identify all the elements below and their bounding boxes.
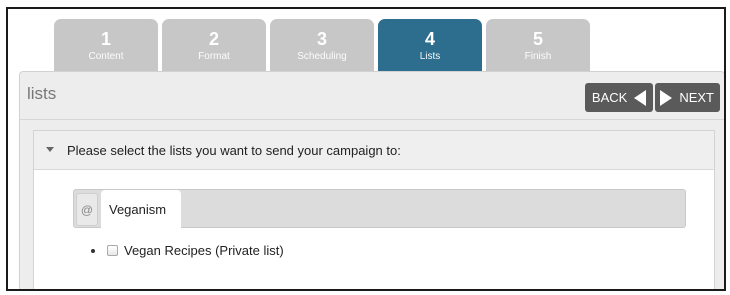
step-number: 4 [424,29,435,49]
step-number: 5 [532,29,543,49]
at-icon: @ [80,202,94,217]
back-button[interactable]: BACK [584,83,654,112]
wizard-step-scheduling[interactable]: 3 Scheduling [270,19,374,78]
back-label: BACK [591,90,628,105]
step-label: Finish [524,51,552,62]
page-title: lists [27,84,57,103]
tab-veganism[interactable]: Veganism [101,190,181,228]
section-header[interactable]: Please select the lists you want to send… [34,131,714,170]
wizard-step-content[interactable]: 1 Content [54,19,158,78]
step-number: 3 [316,29,327,49]
step-number: 1 [100,29,111,49]
caret-down-icon [46,147,54,152]
lists-panel: lists BACK NEXT Please select the lists … [19,71,724,289]
list-checkbox[interactable] [107,245,118,256]
wizard-step-lists[interactable]: 4 Lists [378,19,482,78]
campaign-wizard-frame: 1 Content 2 Format 3 Scheduling 4 Lists … [6,7,726,291]
section-header-text: Please select the lists you want to send… [67,142,401,158]
step-label: Scheduling [297,51,347,62]
step-label: Lists [419,51,441,62]
next-label: NEXT [679,90,714,105]
arrow-left-icon [634,89,647,106]
divider [20,119,724,120]
list-selection-section: Please select the lists you want to send… [33,130,715,289]
list-item-label: Vegan Recipes (Private list) [124,243,284,258]
step-label: Content [88,51,124,62]
tab-label: Veganism [109,201,167,217]
next-button[interactable]: NEXT [655,83,720,112]
at-sign-tab[interactable]: @ [76,193,98,226]
step-label: Format [198,51,230,62]
list-category-tabs: @ Veganism [73,189,686,228]
wizard-nav: BACK NEXT [584,83,720,112]
arrow-right-icon [660,89,673,106]
wizard-step-finish[interactable]: 5 Finish [486,19,590,78]
bullet [91,248,95,253]
list-item: Vegan Recipes (Private list) [91,243,284,258]
wizard-step-format[interactable]: 2 Format [162,19,266,78]
step-number: 2 [208,29,219,49]
